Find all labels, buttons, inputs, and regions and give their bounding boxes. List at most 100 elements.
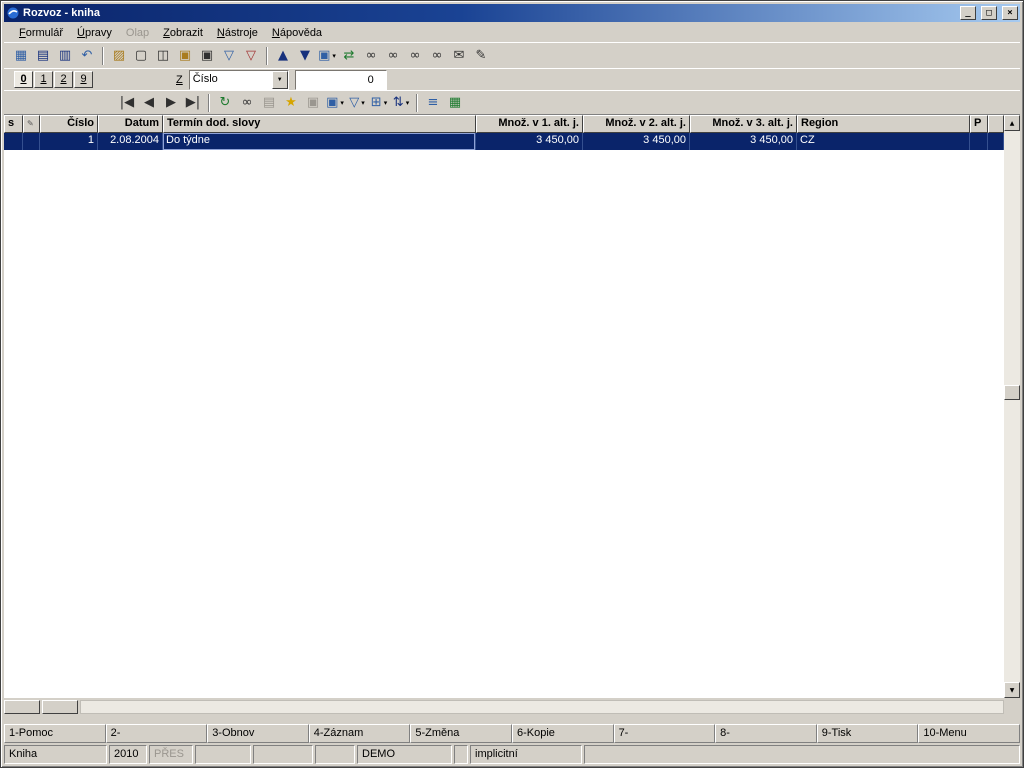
find-marked-button[interactable]: ∞ bbox=[404, 46, 426, 66]
vertical-scrollbar[interactable]: ▲ ▼ bbox=[1004, 115, 1020, 698]
col-header-mnoz1[interactable]: Množ. v 1. alt. j. bbox=[476, 115, 583, 133]
minimize-button[interactable]: _ bbox=[960, 6, 976, 20]
mail-button[interactable]: ✉ bbox=[448, 46, 470, 66]
last-record-button[interactable]: ▶| bbox=[182, 93, 204, 113]
pane-splitter-box[interactable] bbox=[42, 700, 78, 714]
find-next-button[interactable]: ∞ bbox=[382, 46, 404, 66]
pane-splitter-box[interactable] bbox=[4, 700, 40, 714]
first-record-button[interactable]: |◀ bbox=[116, 93, 138, 113]
fnkey-4-zaznam[interactable]: 4-Záznam bbox=[309, 724, 411, 743]
horizontal-scrollbar-track[interactable] bbox=[80, 700, 1004, 714]
new-document-button[interactable]: ▢ bbox=[130, 46, 152, 66]
fnkey-10-menu[interactable]: 10-Menu bbox=[918, 724, 1020, 743]
spacer bbox=[4, 715, 1020, 724]
save-button[interactable]: ▤ bbox=[32, 46, 54, 66]
col-header-mnoz3[interactable]: Množ. v 3. alt. j. bbox=[690, 115, 797, 133]
move-down-button[interactable]: ▼ bbox=[294, 46, 316, 66]
col-header-termin[interactable]: Termín dod. slovy bbox=[163, 115, 476, 133]
scroll-corner bbox=[1004, 700, 1020, 714]
status-cell bbox=[315, 745, 355, 764]
properties-button[interactable]: ≡ bbox=[422, 93, 444, 113]
paste-button[interactable]: ▣ bbox=[174, 46, 196, 66]
horizontal-scrollbar-row bbox=[4, 699, 1020, 715]
toolbar-separator bbox=[102, 47, 104, 65]
scroll-up-button[interactable]: ▲ bbox=[1004, 115, 1020, 131]
paste-record-button[interactable]: ▣ bbox=[302, 93, 324, 113]
fnkey-7[interactable]: 7- bbox=[614, 724, 716, 743]
tab-2[interactable]: 2 bbox=[54, 71, 73, 88]
menu-formular[interactable]: Formulář bbox=[12, 25, 70, 41]
export-excel-button[interactable]: ▦ bbox=[444, 93, 466, 113]
tab-1[interactable]: 1 bbox=[34, 71, 53, 88]
filter-field-combobox[interactable]: Číslo ▼ bbox=[189, 70, 289, 90]
exchange-button[interactable]: ⇄ bbox=[338, 46, 360, 66]
open-button[interactable]: ▨ bbox=[108, 46, 130, 66]
menu-napoveda[interactable]: Nápověda bbox=[265, 25, 329, 41]
filter-field-value: Číslo bbox=[190, 71, 272, 89]
fnkey-9-tisk[interactable]: 9-Tisk bbox=[817, 724, 919, 743]
grid-area: s ✎ Číslo Datum Termín dod. slovy Množ. … bbox=[4, 114, 1020, 698]
col-header-cislo[interactable]: Číslo bbox=[40, 115, 98, 133]
filter-value-input[interactable] bbox=[295, 70, 387, 90]
fnkey-3-obnov[interactable]: 3-Obnov bbox=[207, 724, 309, 743]
new-record-icon: ▦ bbox=[15, 47, 27, 65]
col-header-region[interactable]: Region bbox=[797, 115, 970, 133]
col-header-mnoz2[interactable]: Množ. v 2. alt. j. bbox=[583, 115, 690, 133]
save-view-button[interactable]: ▤ bbox=[258, 93, 280, 113]
fnkey-1-pomoc[interactable]: 1-Pomoc bbox=[4, 724, 106, 743]
filter-button[interactable]: ▽ bbox=[218, 46, 240, 66]
notes-button[interactable]: ✎ bbox=[470, 46, 492, 66]
move-up-icon: ▲ bbox=[278, 47, 288, 65]
fnkey-5-zmena[interactable]: 5-Změna bbox=[410, 724, 512, 743]
scroll-down-button[interactable]: ▼ bbox=[1004, 682, 1020, 698]
prev-record-icon: ◀ bbox=[144, 94, 154, 112]
find-all-icon: ∞ bbox=[432, 47, 443, 65]
undo-button[interactable]: ↶ bbox=[76, 46, 98, 66]
filter-off-button[interactable]: ▽ bbox=[240, 46, 262, 66]
menu-upravy[interactable]: Úpravy bbox=[70, 25, 119, 41]
status-user: DEMO bbox=[357, 745, 452, 764]
menu-nastroje[interactable]: Nástroje bbox=[210, 25, 265, 41]
col-header-p[interactable]: P bbox=[970, 115, 988, 133]
toolbar-separator bbox=[208, 94, 210, 112]
col-header-s[interactable]: s bbox=[4, 115, 23, 133]
tab-9[interactable]: 9 bbox=[74, 71, 93, 88]
fnkey-2[interactable]: 2- bbox=[106, 724, 208, 743]
app-window: Rozvoz - kniha _ □ × Formulář Úpravy Ola… bbox=[0, 0, 1024, 768]
attachments-icon: ▣ bbox=[318, 47, 330, 65]
group-button[interactable]: ⊞▾ bbox=[368, 93, 390, 113]
bookmark-button[interactable]: ★ bbox=[280, 93, 302, 113]
table-row[interactable]: 1 2.08.2004 Do týdne 3 450,00 3 450,00 3… bbox=[4, 133, 1004, 150]
col-header-flag[interactable]: ✎ bbox=[23, 115, 40, 133]
move-up-button[interactable]: ▲ bbox=[272, 46, 294, 66]
find-marked-icon: ∞ bbox=[410, 47, 421, 65]
find-button[interactable]: ∞ bbox=[360, 46, 382, 66]
exchange-icon: ⇄ bbox=[344, 47, 355, 65]
close-button[interactable]: × bbox=[1002, 6, 1018, 20]
copy-button[interactable]: ◫ bbox=[152, 46, 174, 66]
next-record-button[interactable]: ▶ bbox=[160, 93, 182, 113]
find-all-button[interactable]: ∞ bbox=[426, 46, 448, 66]
find-record-button[interactable]: ∞ bbox=[236, 93, 258, 113]
notes-icon: ✎ bbox=[476, 47, 487, 65]
fnkey-8[interactable]: 8- bbox=[715, 724, 817, 743]
scrollbar-thumb[interactable] bbox=[1004, 385, 1020, 400]
save-as-button[interactable]: ▥ bbox=[54, 46, 76, 66]
refresh-button[interactable]: ↻ bbox=[214, 93, 236, 113]
maximize-button[interactable]: □ bbox=[981, 6, 997, 20]
new-record-button[interactable]: ▦ bbox=[10, 46, 32, 66]
views-button[interactable]: ▣▾ bbox=[324, 93, 346, 113]
cell-p bbox=[970, 133, 988, 150]
menu-zobrazit[interactable]: Zobrazit bbox=[156, 25, 210, 41]
fnkey-6-kopie[interactable]: 6-Kopie bbox=[512, 724, 614, 743]
tab-0[interactable]: 0 bbox=[14, 71, 33, 88]
combobox-dropdown-button[interactable]: ▼ bbox=[272, 71, 288, 89]
filter-menu-button[interactable]: ▽▾ bbox=[346, 93, 368, 113]
attachments-button[interactable]: ▣▾ bbox=[316, 46, 338, 66]
prev-record-button[interactable]: ◀ bbox=[138, 93, 160, 113]
sort-button[interactable]: ⇅▾ bbox=[390, 93, 412, 113]
clipboard-button[interactable]: ▣ bbox=[196, 46, 218, 66]
record-toolbar: |◀ ◀ ▶ ▶| ↻ ∞ ▤ ★ ▣ ▣▾ ▽▾ ⊞▾ ⇅▾ ≡ ▦ bbox=[4, 90, 1020, 114]
col-header-datum[interactable]: Datum bbox=[98, 115, 163, 133]
status-cell bbox=[253, 745, 313, 764]
